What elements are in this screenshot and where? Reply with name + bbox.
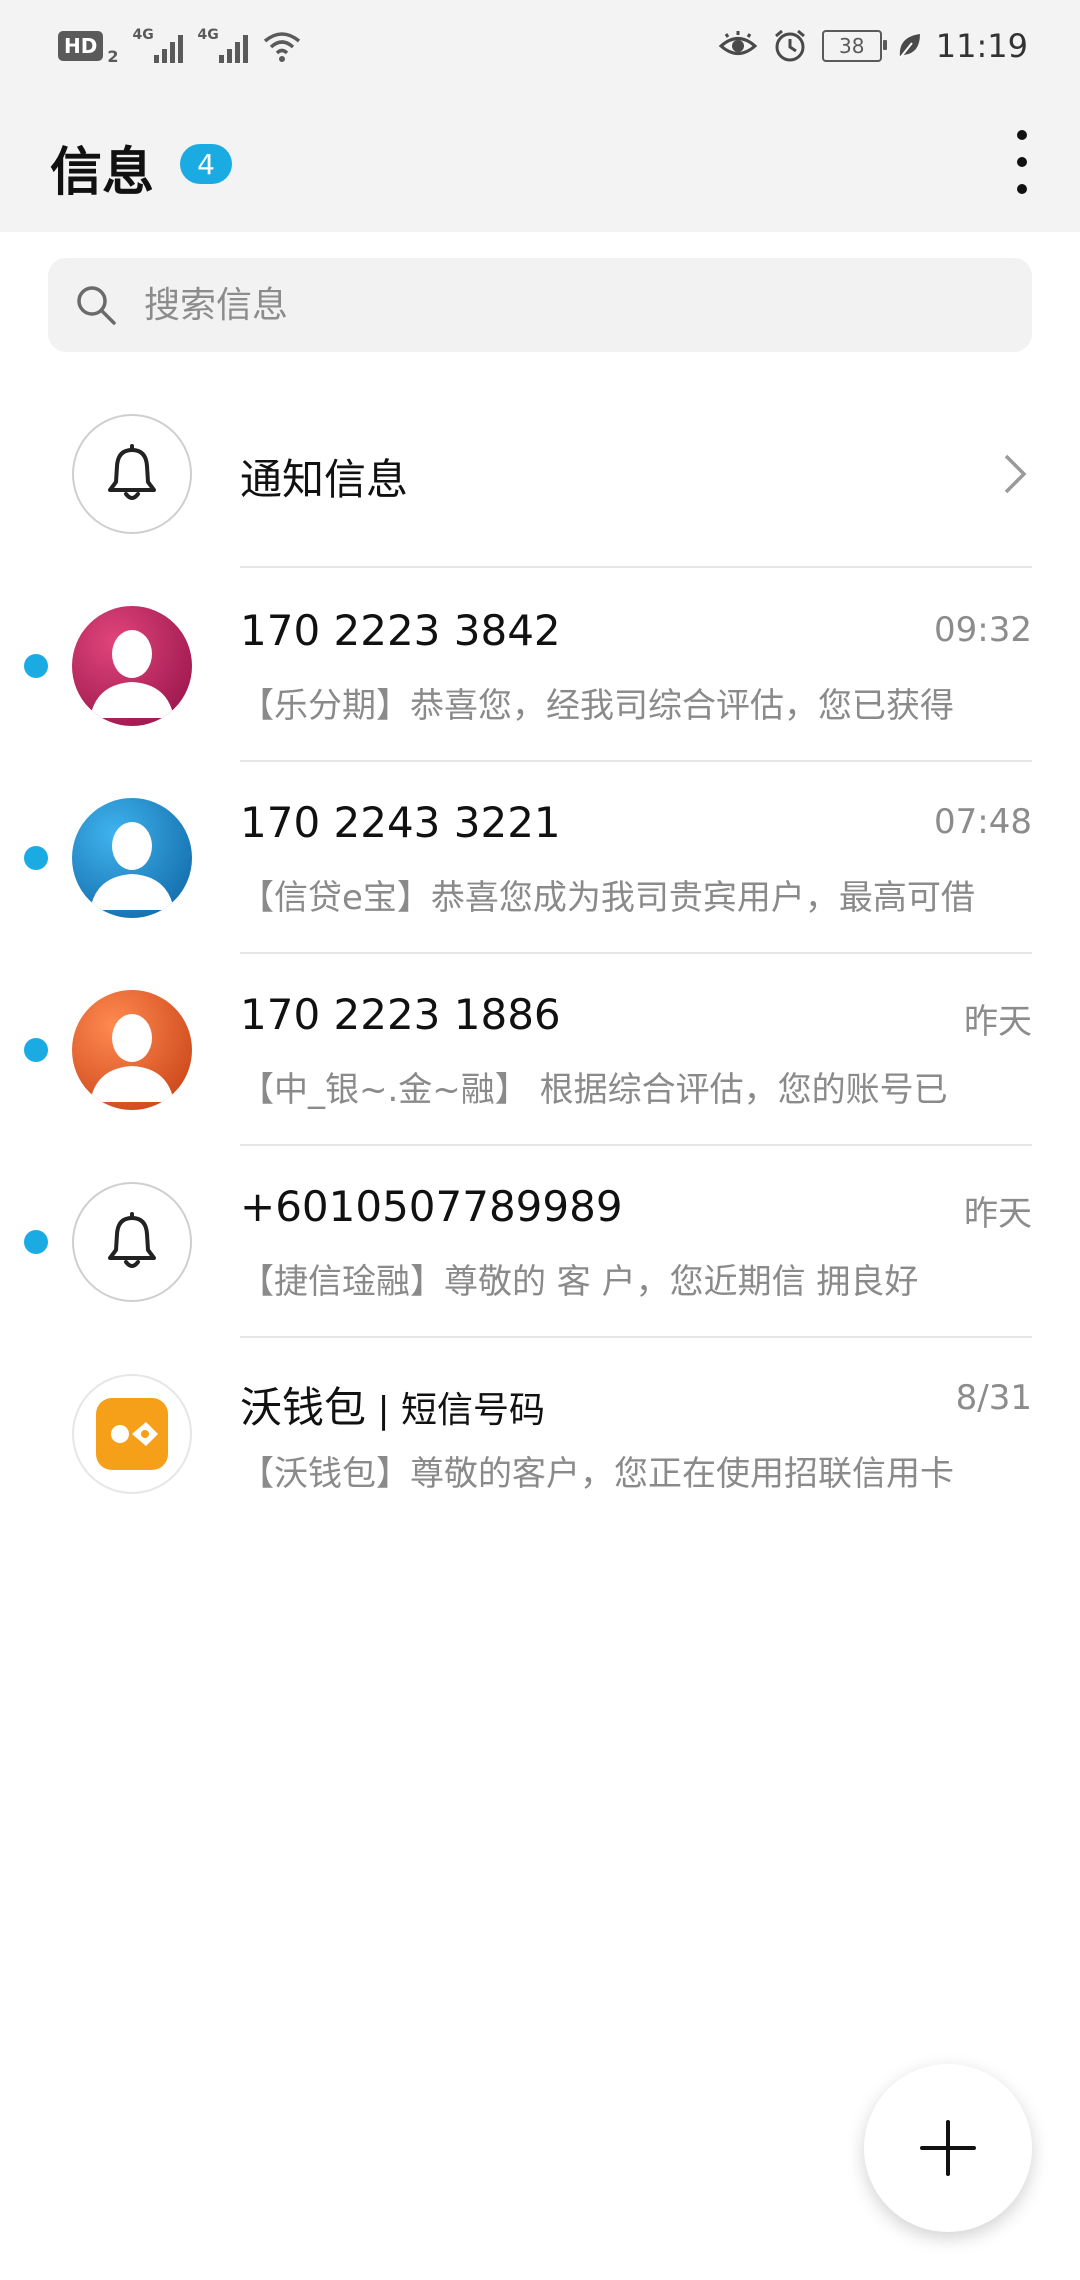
message-preview: 【信贷e宝】恭喜您成为我司贵宾用户，最高可借 bbox=[240, 878, 975, 918]
message-time: 昨天 bbox=[964, 1194, 1032, 1234]
plus-icon bbox=[920, 2120, 976, 2176]
status-bar: HD 2 4G 4G 38 11:19 bbox=[0, 0, 1080, 92]
bell-icon bbox=[108, 1212, 156, 1268]
person-silhouette-icon bbox=[90, 1014, 174, 1102]
message-preview: 【捷信琻融】尊敬的 客 户，您近期信 拥良好 bbox=[240, 1262, 919, 1302]
signal-icon-sim2: 4G bbox=[197, 27, 249, 63]
contact-avatar bbox=[72, 1374, 192, 1494]
unread-dot bbox=[24, 1230, 48, 1254]
search-input[interactable] bbox=[142, 283, 966, 327]
notification-avatar bbox=[72, 414, 192, 534]
contact-avatar bbox=[72, 606, 192, 726]
person-silhouette-icon bbox=[90, 630, 174, 718]
unread-count-badge: 4 bbox=[180, 144, 232, 184]
network-type-sim2: 4G bbox=[197, 27, 219, 43]
person-silhouette-icon bbox=[90, 822, 174, 910]
notification-messages-row[interactable]: 通知信息 bbox=[0, 382, 1080, 568]
wifi-icon bbox=[264, 32, 301, 62]
status-right: 38 11:19 bbox=[718, 22, 1028, 70]
messages-screen: HD 2 4G 4G 38 11:19 信息 4 搜索信息 通知信息 170 2… bbox=[0, 0, 1080, 2280]
clock: 11:19 bbox=[935, 27, 1028, 65]
contact-avatar bbox=[72, 1182, 192, 1302]
page-title: 信息 bbox=[50, 143, 155, 203]
search-bar[interactable] bbox=[48, 258, 1032, 352]
unread-dot bbox=[24, 1038, 48, 1062]
conversation-row[interactable]: 170 2223 1886 昨天 【中_银~.金~融】 根据综合评估，您的账号已 bbox=[0, 954, 1080, 1146]
message-time: 昨天 bbox=[964, 1002, 1032, 1042]
message-preview: 【沃钱包】尊敬的客户，您正在使用招联信用卡 bbox=[240, 1454, 954, 1494]
message-time: 09:32 bbox=[934, 610, 1032, 650]
conversation-row[interactable]: 170 2223 3842 09:32 【乐分期】恭喜您，经我司综合评估，您已获… bbox=[0, 570, 1080, 762]
battery-icon: 38 bbox=[821, 30, 887, 62]
contact-avatar bbox=[72, 798, 192, 918]
contact-name: +6010507789989 bbox=[240, 1182, 623, 1231]
contact-name: 170 2243 3221 bbox=[240, 798, 561, 847]
search-icon bbox=[77, 286, 116, 325]
network-type-sim1: 4G bbox=[132, 27, 154, 43]
hd-sim-number: 2 bbox=[107, 47, 119, 66]
more-dot-icon bbox=[1017, 130, 1027, 140]
eye-comfort-icon bbox=[718, 31, 758, 55]
contact-name-main: 沃钱包 bbox=[240, 1383, 367, 1432]
message-time: 8/31 bbox=[955, 1378, 1032, 1418]
conversation-row[interactable]: 沃钱包 | 短信号码 8/31 【沃钱包】尊敬的客户，您正在使用招联信用卡 bbox=[0, 1338, 1080, 1530]
app-header: 信息 4 bbox=[0, 92, 1080, 232]
unread-dot bbox=[24, 846, 48, 870]
leaf-icon bbox=[899, 34, 920, 59]
unread-dot bbox=[24, 654, 48, 678]
conversation-row[interactable]: +6010507789989 昨天 【捷信琻融】尊敬的 客 户，您近期信 拥良好 bbox=[0, 1146, 1080, 1338]
alarm-icon bbox=[774, 29, 805, 62]
status-left: HD 2 4G 4G bbox=[58, 26, 302, 66]
new-message-button[interactable] bbox=[864, 2064, 1032, 2232]
bell-icon bbox=[108, 444, 156, 500]
conversation-row[interactable]: 170 2243 3221 07:48 【信贷e宝】恭喜您成为我司贵宾用户，最高… bbox=[0, 762, 1080, 954]
divider bbox=[240, 566, 1032, 568]
contact-avatar bbox=[72, 990, 192, 1110]
signal-icon-sim1: 4G bbox=[132, 27, 184, 63]
contact-name: 170 2223 1886 bbox=[240, 990, 561, 1039]
more-dot-icon bbox=[1017, 184, 1027, 194]
more-dot-icon bbox=[1017, 157, 1027, 167]
wo-wallet-logo bbox=[96, 1398, 168, 1470]
message-preview: 【中_银~.金~融】 根据综合评估，您的账号已 bbox=[240, 1070, 948, 1110]
contact-name: 170 2223 3842 bbox=[240, 606, 561, 655]
hd-voice-icon: HD bbox=[58, 31, 104, 61]
more-options-button[interactable] bbox=[1010, 130, 1034, 194]
contact-name-sub: | 短信号码 bbox=[366, 1390, 546, 1431]
message-time: 07:48 bbox=[934, 802, 1032, 842]
message-preview: 【乐分期】恭喜您，经我司综合评估，您已获得 bbox=[240, 686, 954, 726]
chevron-right-icon bbox=[1004, 454, 1027, 494]
contact-name: 沃钱包 | 短信号码 bbox=[240, 1374, 545, 1435]
notification-row-label: 通知信息 bbox=[240, 455, 409, 504]
